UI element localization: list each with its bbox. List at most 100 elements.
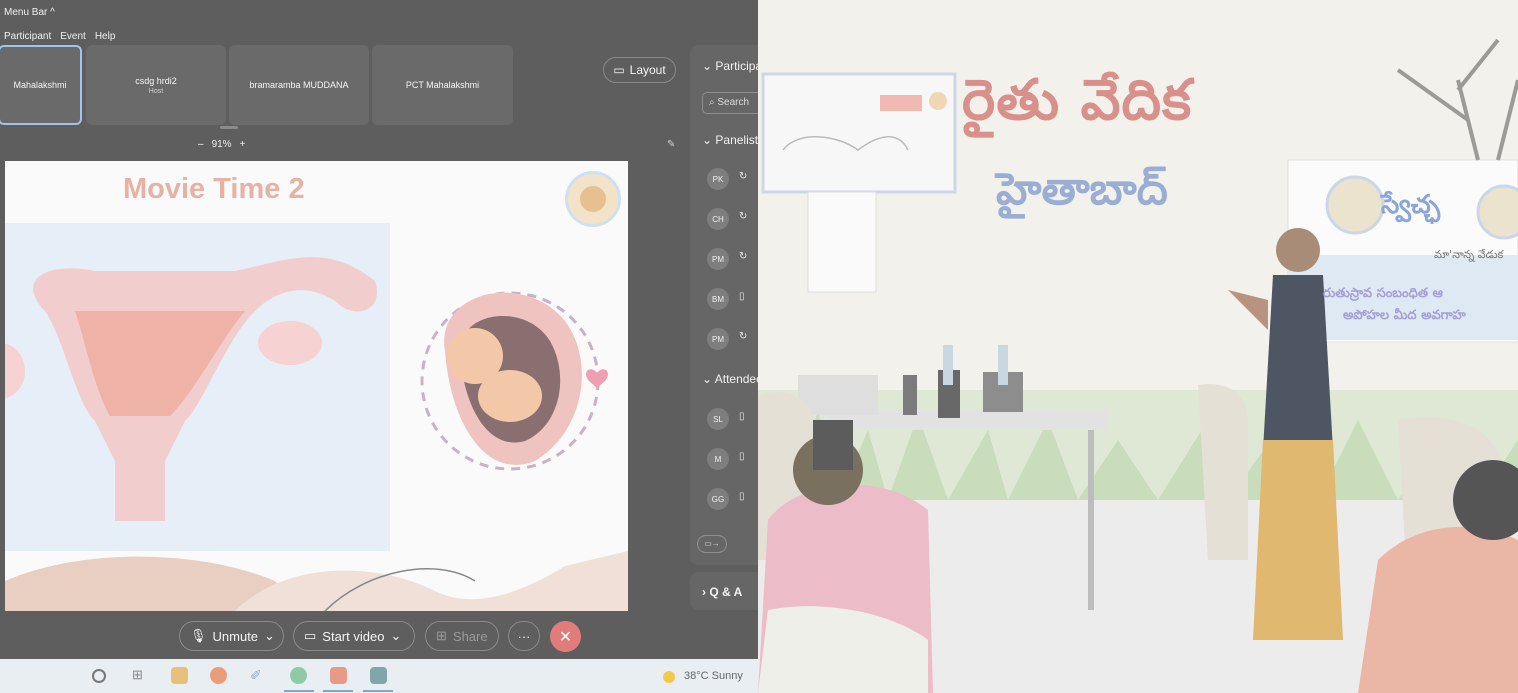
slide-illustrations [5,257,628,611]
panelists-header[interactable]: ⌄ Panelists [702,133,758,147]
menu-item-event[interactable]: Event [60,31,86,42]
share-button[interactable]: ⊞ Share [425,621,499,651]
annotate-icon[interactable]: ✎ [667,139,675,150]
menu-bar-toggle[interactable]: Menu Bar ^ [4,7,55,18]
participants-header[interactable]: ⌄ Participants [702,59,758,73]
end-call-button[interactable]: ✕ [550,621,581,652]
banner-line-2: అపోహల మీద అవగాహ [1343,308,1466,323]
chrome-icon[interactable] [210,667,227,684]
tile-name: bramaramba MUDDANA [249,80,349,90]
avatar[interactable]: SL [707,408,729,430]
share-label: Share [452,628,488,644]
avatar[interactable]: GG [707,488,729,510]
chevron-down-icon: ⌄ [702,372,713,386]
tile-role: Host [148,87,164,95]
more-options-button[interactable]: ··· [508,621,540,651]
avatar[interactable]: PM [707,248,729,270]
meeting-app-icon[interactable] [370,667,387,684]
powerpoint-icon[interactable] [330,667,347,684]
layout-button[interactable]: ▭ Layout [603,57,676,83]
sync-icon: ↻ [739,251,748,262]
unmute-label: Unmute [212,628,259,644]
menu-item-participant[interactable]: Participant [4,31,51,42]
banner-subtitle: మా'నాన్న వేడుక [1434,248,1504,261]
panel-expand-icon[interactable]: ▭→ [697,535,727,553]
resize-handle[interactable] [220,126,238,129]
qa-panel[interactable]: › Q & A [690,572,758,610]
participant-search-input[interactable]: ⌕ Search [702,92,758,114]
qa-label-text: Q & A [709,585,743,599]
tile-name: Mahalakshmi [13,80,67,90]
chevron-right-icon: › [702,585,706,599]
menu-item-help[interactable]: Help [95,31,116,42]
zoom-value: 91% [211,139,232,150]
chevron-down-icon: ⌄ [702,133,713,147]
composite-image: Menu Bar ^ Participant Event Help Mahala… [0,0,1518,693]
shared-slide: Movie Time 2 [5,161,628,611]
close-icon: ✕ [558,628,573,646]
avatar[interactable]: CH [707,208,729,230]
sync-icon: ↻ [739,331,748,342]
task-view-icon[interactable]: ⊞ [132,667,149,684]
meeting-app-window: Menu Bar ^ Participant Event Help Mahala… [0,0,758,693]
sign-village-name: హైతాబాద్ [996,164,1168,215]
tile-name: csdg hrdi2 [135,75,177,86]
qa-label: › Q & A [702,585,742,599]
search-icon: ⌕ [709,97,715,108]
phone-icon: ▯ [739,491,745,502]
layout-label: Layout [629,63,666,77]
panelists-header-label: Panelists [715,133,758,147]
video-off-icon: ▭ [304,628,317,643]
menu-bar: Participant Event Help [4,31,115,42]
participants-header-label: Participants [715,59,758,73]
search-icon[interactable] [92,669,106,683]
participants-panel: ⌄ Participants ⌕ Search ⌄ Panelists PK ↻… [690,45,758,565]
video-tile[interactable]: Mahalakshmi [0,45,82,125]
avatar[interactable]: BM [707,288,729,310]
phone-icon: ▯ [739,411,745,422]
phone-icon: ▯ [739,451,745,462]
avatar[interactable]: PM [707,328,729,350]
start-video-button[interactable]: ▭ Start video ⌄ [293,621,415,651]
weather-text[interactable]: 38°C Sunny [684,670,743,682]
active-indicator [363,690,393,692]
chevron-down-icon: ⌄ [702,59,713,73]
attendees-header[interactable]: ⌄ Attendees [702,372,758,386]
zoom-out-button[interactable]: – [198,139,204,150]
share-icon: ⊞ [436,628,447,643]
tile-name: PCT Mahalakshmi [405,80,480,90]
banner-title: స్వేచ్ఛ [1381,190,1441,220]
weather-sun-icon [663,671,675,683]
zoom-control: – 91% + [198,139,245,150]
video-tile[interactable]: PCT Mahalakshmi [372,45,513,125]
chevron-down-icon: ⌄ [264,628,275,643]
chrome-profile-icon[interactable] [290,667,307,684]
sign-rythu-vedika: రైతు వేదిక [962,68,1193,133]
video-tile[interactable]: csdg hrdi2 Host [86,45,226,125]
video-tile[interactable]: bramaramba MUDDANA [229,45,369,125]
organization-logo [565,171,621,227]
meeting-controls: 🎙 Unmute ⌄ ▭ Start video ⌄ ⊞ Share ··· ✕ [0,612,758,658]
windows-taskbar: ⊞ ✐ 38°C Sunny [0,659,758,693]
active-indicator [323,690,353,692]
slide-title: Movie Time 2 [123,173,305,205]
banner-line-1: రుతుస్రావ సంబంధిత ఆ [1323,286,1443,301]
search-placeholder: Search [717,97,750,108]
sync-icon: ↻ [739,171,748,182]
app-icon[interactable]: ✐ [250,667,267,684]
chevron-down-icon: ⌄ [390,628,402,643]
unmute-button[interactable]: 🎙 Unmute ⌄ [179,621,284,651]
more-icon: ··· [517,628,531,644]
phone-icon: ▯ [739,291,745,302]
classroom-photo: రైతు వేదిక హైతాబాద్ స్వేచ్ఛ మా'నాన్న వేడ… [758,0,1518,693]
layout-icon: ▭ [613,63,625,77]
microphone-muted-icon: 🎙 [190,628,207,643]
avatar[interactable]: M [707,448,729,470]
avatar[interactable]: PK [707,168,729,190]
start-video-label: Start video [322,628,385,644]
zoom-in-button[interactable]: + [240,139,246,150]
attendees-header-label: Attendees [714,372,758,386]
active-indicator [284,690,314,692]
file-explorer-icon[interactable] [171,667,188,684]
sync-icon: ↻ [739,211,748,222]
